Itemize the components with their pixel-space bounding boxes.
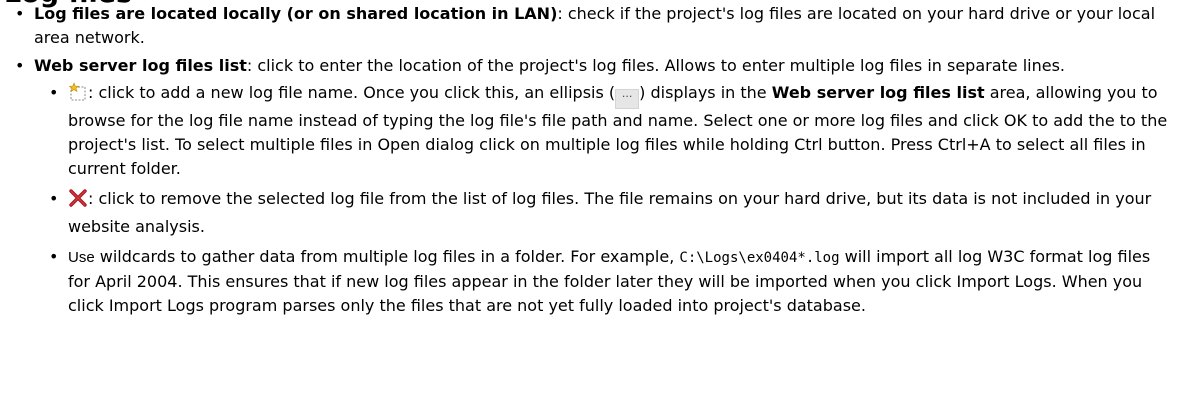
remove-file-icon — [68, 188, 88, 215]
add-description-bold: Web server log files list — [771, 83, 985, 102]
add-file-icon — [68, 82, 88, 109]
list-item-log-location: Log files are located locally (or on sha… — [0, 2, 1176, 50]
sub-item-add-file: : click to add a new log file name. Once… — [34, 81, 1176, 181]
wildcards-description-a: wildcards to gather data from multiple l… — [94, 247, 680, 266]
option-label: Log files are located locally (or on sha… — [34, 4, 558, 23]
add-description-a: : click to add a new log file name. Once… — [88, 83, 616, 102]
remove-description: : click to remove the selected log file … — [68, 189, 1152, 236]
add-description-b: ) displays in the — [639, 83, 772, 102]
options-list: Log files are located locally (or on sha… — [0, 2, 1176, 318]
wildcards-use: Use — [68, 249, 95, 266]
sub-options-list: : click to add a new log file name. Once… — [34, 81, 1176, 318]
list-item-log-files-list: Web server log files list: click to ente… — [0, 54, 1176, 318]
ellipsis-button: ··· — [615, 89, 640, 109]
wildcard-path-example: C:\Logs\ex0404*.log — [679, 250, 840, 266]
sub-item-remove-file: : click to remove the selected log file … — [34, 187, 1176, 239]
option-description: : click to enter the location of the pro… — [246, 56, 1066, 75]
option-label: Web server log files list — [34, 56, 247, 75]
sub-item-wildcards: Use wildcards to gather data from multip… — [34, 245, 1176, 318]
